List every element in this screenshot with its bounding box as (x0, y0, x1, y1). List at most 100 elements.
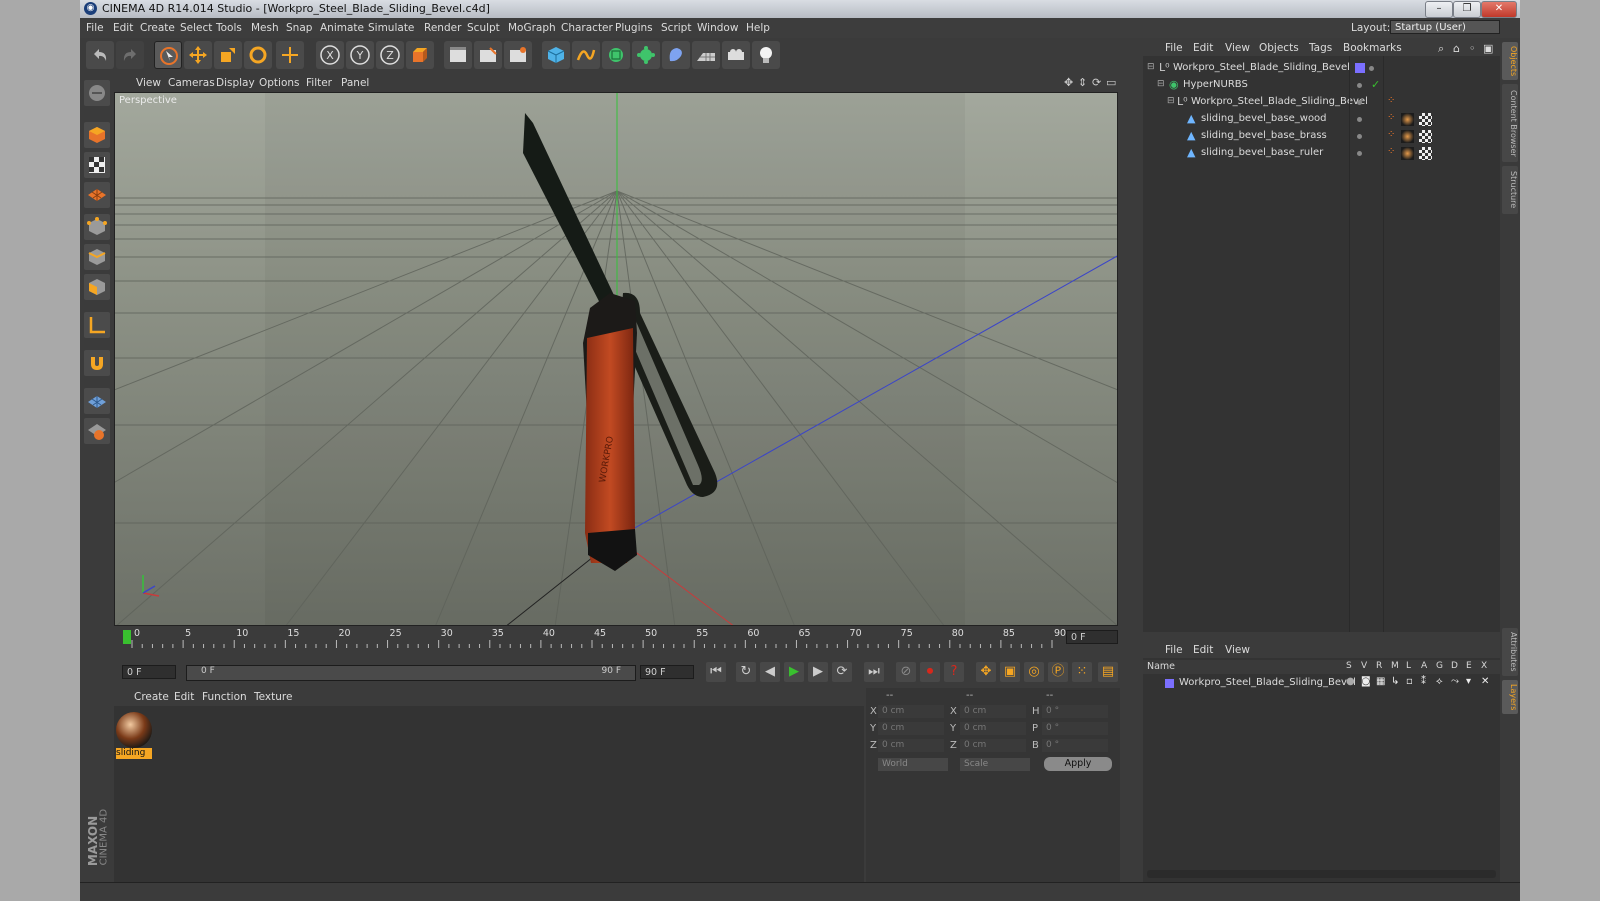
key-scale-icon[interactable]: ▣ (1000, 662, 1020, 682)
tree-row[interactable]: ▲ sliding_bevel_base_brass ⁘ (1143, 128, 1500, 145)
tree-row[interactable]: ⊟ L⁰ Workpro_Steel_Blade_Sliding_Bevel ⁘ (1143, 94, 1500, 111)
tree-row[interactable]: ⊟ ◉ HyperNURBS ✓ (1143, 77, 1500, 94)
subdivision-surface-icon[interactable] (602, 41, 630, 69)
layer-col-s[interactable]: S (1346, 661, 1352, 671)
snap-magnet-icon[interactable] (84, 350, 110, 376)
pos-y-field[interactable]: 0 cm (878, 722, 944, 735)
objects-menu-tags[interactable]: Tags (1309, 42, 1332, 54)
menu-sculpt[interactable]: Sculpt (467, 22, 500, 34)
viewport-zoom-icon[interactable]: ⇕ (1078, 76, 1087, 89)
material-menu-edit[interactable]: Edit (174, 691, 194, 703)
solo-icon[interactable]: ● (1346, 676, 1355, 687)
tab-objects[interactable]: Objects (1502, 42, 1518, 80)
material-tag-icon[interactable] (1401, 113, 1414, 126)
menu-select[interactable]: Select (180, 22, 212, 34)
viewport-menu-filter[interactable]: Filter (306, 77, 332, 89)
tree-row[interactable]: ▲ sliding_bevel_base_wood ⁘ (1143, 111, 1500, 128)
viewport-menu-view[interactable]: View (136, 77, 161, 89)
tag-icon[interactable]: ⁘ (1387, 146, 1395, 157)
layers-menu-file[interactable]: File (1165, 644, 1183, 656)
tab-structure[interactable]: Structure (1502, 166, 1518, 214)
size-x-field[interactable]: 0 cm (960, 705, 1026, 718)
tree-row[interactable]: ⊟ L⁰ Workpro_Steel_Blade_Sliding_Bevel (1143, 60, 1500, 77)
menu-edit[interactable]: Edit (113, 22, 133, 34)
menu-create[interactable]: Create (140, 22, 175, 34)
axis-mode-icon[interactable] (84, 312, 110, 338)
generators-icon[interactable]: ⟡ (1436, 676, 1443, 687)
keyframe-disabled-icon[interactable]: ⊘ (896, 662, 916, 682)
viewport-menu-display[interactable]: Display (216, 77, 255, 89)
rot-b-field[interactable]: 0 ° (1042, 739, 1108, 752)
visibility-dot[interactable] (1357, 117, 1362, 122)
model-mode-icon[interactable] (84, 122, 110, 148)
texture-mode-icon[interactable] (84, 152, 110, 178)
layers-menu-edit[interactable]: Edit (1193, 644, 1213, 656)
render-visible-icon[interactable]: ▦ (1376, 676, 1385, 687)
layer-row[interactable]: Workpro_Steel_Blade_Sliding_Bevel ● ◙ ▦ … (1143, 676, 1500, 691)
go-to-end-icon[interactable]: ⏭ (864, 662, 884, 682)
end-frame-field[interactable]: 90 F (640, 665, 694, 679)
step-forward-icon[interactable]: ▶ (808, 662, 828, 682)
layer-col-g[interactable]: G (1436, 661, 1443, 671)
material-tag-icon[interactable] (1401, 147, 1414, 160)
animation-icon[interactable]: ⁑ (1421, 676, 1426, 687)
menu-script[interactable]: Script (661, 22, 691, 34)
minimize-button[interactable]: – (1425, 1, 1453, 18)
current-frame-field[interactable]: 0 F (1066, 630, 1118, 644)
layers-menu-view[interactable]: View (1225, 644, 1250, 656)
render-settings-icon[interactable] (504, 41, 532, 69)
layer-color-swatch[interactable] (1165, 679, 1174, 688)
search-icon[interactable]: ⌕ (1438, 42, 1444, 56)
home-icon[interactable]: ⌂ (1453, 42, 1460, 55)
tab-attributes[interactable]: Attributes (1502, 628, 1518, 676)
objects-menu-view[interactable]: View (1225, 42, 1250, 54)
menu-character[interactable]: Character (561, 22, 613, 34)
menu-mesh[interactable]: Mesh (251, 22, 279, 34)
layer-col-x[interactable]: X (1481, 661, 1487, 671)
layer-col-e[interactable]: E (1466, 661, 1472, 671)
material-menu-function[interactable]: Function (202, 691, 247, 703)
material-swatch[interactable]: sliding (116, 712, 152, 760)
expressions-icon[interactable]: ▾ (1466, 676, 1471, 687)
close-button[interactable]: ✕ (1481, 1, 1517, 18)
layer-col-d[interactable]: D (1451, 661, 1458, 671)
manager-visible-icon[interactable]: ↳ (1391, 676, 1399, 687)
cloner-icon[interactable] (632, 41, 660, 69)
menu-render[interactable]: Render (424, 22, 461, 34)
tag-icon[interactable]: ⁘ (1387, 129, 1395, 140)
objects-menu-file[interactable]: File (1165, 42, 1183, 54)
viewport-menu-panel[interactable]: Panel (341, 77, 369, 89)
collapse-icon[interactable]: ⊟ (1147, 62, 1155, 72)
frame-range-slider[interactable]: 0 F 90 F (186, 665, 636, 681)
y-axis-lock[interactable]: Y (346, 41, 374, 69)
layer-col-r[interactable]: R (1376, 661, 1382, 671)
layer-horizontal-scrollbar[interactable] (1147, 870, 1496, 878)
objects-menu-objects[interactable]: Objects (1259, 42, 1299, 54)
menu-window[interactable]: Window (697, 22, 738, 34)
live-selection-tool[interactable] (154, 41, 182, 69)
layer-col-m[interactable]: M (1391, 661, 1399, 671)
enabled-check-icon[interactable]: ✓ (1371, 78, 1380, 91)
tab-layers[interactable]: Layers (1502, 680, 1518, 714)
layer-color-swatch[interactable] (1355, 63, 1365, 73)
camera-icon[interactable] (722, 41, 750, 69)
layout-dropdown[interactable]: Startup (User) (1390, 20, 1500, 34)
visibility-dot[interactable] (1357, 100, 1362, 105)
xref-icon[interactable]: ✕ (1481, 676, 1489, 687)
points-mode-icon[interactable] (84, 214, 110, 240)
new-window-icon[interactable]: ▣ (1483, 42, 1493, 55)
menu-help[interactable]: Help (746, 22, 770, 34)
menu-file[interactable]: File (86, 22, 104, 34)
visibility-dot[interactable] (1357, 151, 1362, 156)
rot-p-field[interactable]: 0 ° (1042, 722, 1108, 735)
x-axis-lock[interactable]: X (316, 41, 344, 69)
size-y-field[interactable]: 0 cm (960, 722, 1026, 735)
menu-snap[interactable]: Snap (286, 22, 312, 34)
redo-button[interactable] (116, 41, 144, 69)
view-visible-icon[interactable]: ◙ (1361, 676, 1371, 687)
viewport-maximize-icon[interactable]: ▭ (1106, 76, 1116, 89)
key-rotation-icon[interactable]: ◎ (1024, 662, 1044, 682)
layer-col-a[interactable]: A (1421, 661, 1427, 671)
polygons-mode-icon[interactable] (84, 274, 110, 300)
visibility-dot[interactable] (1369, 66, 1374, 71)
